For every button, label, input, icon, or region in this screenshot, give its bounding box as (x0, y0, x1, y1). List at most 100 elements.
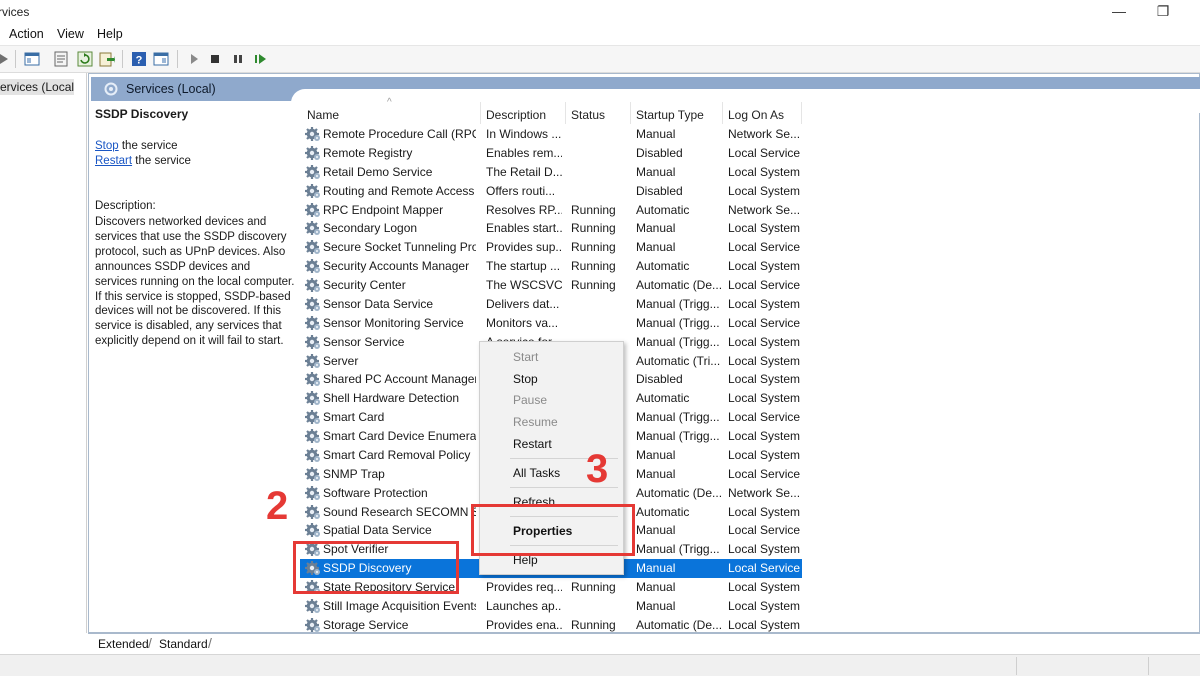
properties-icon[interactable] (53, 51, 69, 67)
service-log-on-as: Local Service (728, 240, 800, 255)
annotation-step-2: 2 (266, 484, 289, 528)
minimize-button[interactable]: — (1109, 2, 1129, 20)
service-row[interactable]: Sensor Monitoring Service Monitors va... M… (300, 314, 802, 333)
service-row[interactable]: Secondary Logon Enables start... Running Ma… (300, 219, 802, 238)
view-icon[interactable] (153, 51, 169, 67)
restart-service-link[interactable]: Restart (95, 155, 132, 167)
service-description: Enables start... (486, 221, 562, 236)
service-startup-type: Automatic (636, 391, 690, 406)
service-startup-type: Manual (636, 466, 676, 481)
pause-service-icon[interactable] (230, 51, 246, 67)
service-row[interactable]: Security Accounts Manager The startup ...… (300, 257, 802, 276)
service-row[interactable]: Routing and Remote Access Offers routi...… (300, 182, 802, 201)
service-gear-icon (305, 164, 321, 180)
menu-bar: Action View Help (0, 24, 1200, 46)
service-startup-type: Manual (Trigg... (636, 429, 720, 444)
service-row[interactable]: Security Center The WSCSVC... Running Autom… (300, 276, 802, 295)
service-gear-icon (305, 145, 321, 161)
column-header-status[interactable]: Status (571, 108, 605, 122)
service-log-on-as: Local System (728, 296, 800, 311)
column-header-name[interactable]: Name (307, 108, 339, 122)
pane-header: Services (Local) (91, 77, 1200, 113)
service-description: Enables rem... (486, 145, 562, 160)
context-menu-stop[interactable]: Stop (513, 372, 538, 386)
service-log-on-as: Network Se... (728, 127, 800, 141)
service-row[interactable]: Secure Socket Tunneling Pro... Provides s… (300, 238, 802, 257)
context-menu-pause[interactable]: Pause (513, 393, 547, 407)
menu-action[interactable]: Action (9, 27, 44, 41)
refresh-icon[interactable] (77, 51, 93, 67)
pane-header-title: Services (Local) (126, 82, 216, 96)
stop-service-link[interactable]: Stop (95, 140, 119, 152)
column-header-startup-type[interactable]: Startup Type (636, 108, 704, 122)
window-title: rvices (0, 5, 30, 19)
stop-service-icon[interactable] (207, 51, 223, 67)
service-startup-type: Manual (Trigg... (636, 410, 720, 425)
service-log-on-as: Local Service (728, 278, 800, 293)
view-tabs: Extended / Standard / (88, 633, 1200, 654)
column-header-description[interactable]: Description (486, 108, 546, 122)
column-divider[interactable] (630, 102, 631, 124)
service-row[interactable]: Sensor Data Service Delivers dat... Manual… (300, 295, 802, 314)
service-startup-type: Automatic (De... (636, 278, 722, 293)
service-status: Running (571, 240, 616, 255)
service-gear-icon (305, 277, 321, 293)
service-gear-icon (305, 353, 321, 369)
service-row[interactable]: RPC Endpoint Mapper Resolves RP... Running… (300, 201, 802, 220)
service-name: Routing and Remote Access (323, 183, 475, 198)
service-name: Sensor Data Service (323, 296, 434, 311)
tab-divider: / (208, 635, 212, 651)
context-menu-all-tasks[interactable]: All Tasks (513, 466, 560, 480)
service-log-on-as: Local System (728, 542, 800, 557)
restart-service-icon[interactable] (253, 51, 269, 67)
column-divider[interactable] (722, 102, 723, 124)
service-row[interactable]: Remote Registry Enables rem... Disabled Loc… (300, 144, 802, 163)
sort-indicator-icon: ^ (387, 97, 392, 108)
service-description: Monitors va... (486, 315, 559, 330)
column-header-log-on-as[interactable]: Log On As (728, 108, 784, 122)
service-startup-type: Manual (636, 127, 676, 141)
service-gear-icon (305, 220, 321, 236)
service-startup-type: Manual (Trigg... (636, 315, 720, 330)
service-gear-icon (305, 466, 321, 482)
service-name: Secure Socket Tunneling Pro... (323, 240, 476, 255)
menu-view[interactable]: View (57, 27, 84, 41)
service-name: Smart Card Device Enumerat... (323, 429, 476, 444)
service-name: Shell Hardware Detection (323, 391, 460, 406)
tab-extended[interactable]: Extended (98, 637, 149, 651)
export-list-icon[interactable] (99, 51, 115, 67)
restore-button[interactable]: ❐ (1153, 2, 1173, 20)
column-divider[interactable] (480, 102, 481, 124)
service-name: Sound Research SECOMN S... (323, 504, 476, 519)
service-startup-type: Manual (636, 580, 676, 595)
start-service-icon[interactable] (186, 51, 202, 67)
help-icon[interactable]: ? (131, 51, 147, 67)
service-gear-icon (305, 183, 321, 199)
service-description: Offers routi... (486, 183, 556, 198)
service-name: Secondary Logon (323, 221, 418, 236)
service-gear-icon (305, 258, 321, 274)
console-tree: ervices (Local) (0, 73, 87, 633)
service-name: Sensor Monitoring Service (323, 315, 464, 330)
service-row[interactable]: Still Image Acquisition Events Launches a… (300, 597, 802, 616)
menu-help[interactable]: Help (97, 27, 123, 41)
back-icon[interactable] (0, 51, 12, 67)
tab-standard[interactable]: Standard (159, 637, 208, 651)
service-name: Still Image Acquisition Events (323, 599, 476, 613)
context-menu-restart[interactable]: Restart (513, 437, 552, 451)
status-bar-divider (1016, 657, 1017, 675)
column-divider[interactable] (565, 102, 566, 124)
service-log-on-as: Local System (728, 372, 800, 387)
service-startup-type: Disabled (636, 372, 683, 387)
service-gear-icon (305, 126, 321, 142)
column-divider[interactable] (801, 102, 802, 124)
console-tree-icon[interactable] (24, 51, 40, 67)
service-log-on-as: Local Service (728, 315, 800, 330)
tree-item-services-local[interactable]: ervices (Local) (0, 79, 74, 95)
service-name: Smart Card (323, 410, 385, 425)
context-menu-resume[interactable]: Resume (513, 415, 558, 429)
context-menu-start[interactable]: Start (513, 350, 538, 364)
service-row[interactable]: Remote Procedure Call (RPC)... In Windows… (300, 125, 802, 144)
service-row[interactable]: Retail Demo Service The Retail D... Manual… (300, 163, 802, 182)
service-status: Running (571, 202, 616, 217)
